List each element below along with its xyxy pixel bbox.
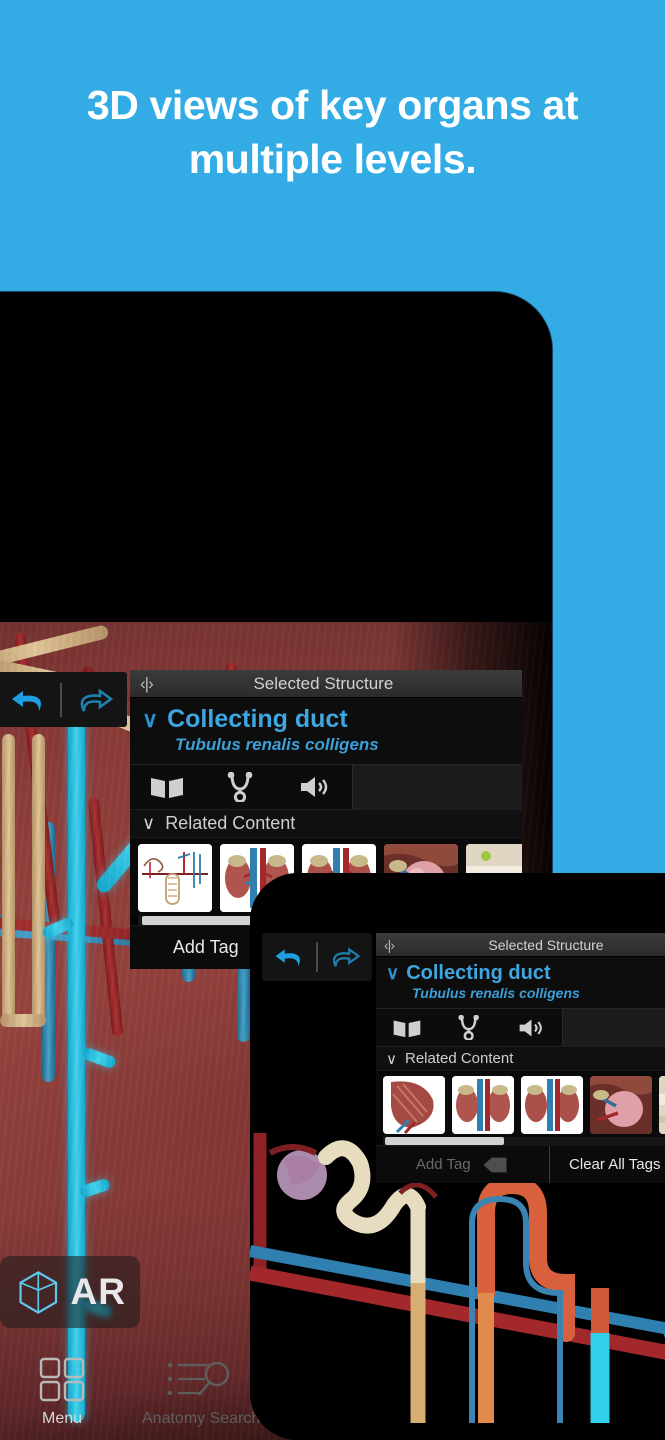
headline-line-2: multiple levels. xyxy=(42,132,623,186)
structure-name-en-secondary: Collecting duct xyxy=(406,962,550,985)
structure-name-en: Collecting duct xyxy=(167,705,348,734)
grid-menu-icon xyxy=(38,1357,86,1403)
definition-button[interactable] xyxy=(130,765,204,809)
clear-all-tags-label-secondary: Clear All Tags xyxy=(569,1156,660,1173)
tag-icon xyxy=(481,1155,509,1175)
clinical-button-secondary[interactable] xyxy=(438,1009,500,1046)
undo-redo-toolbar-secondary xyxy=(262,933,372,981)
tools-row-empty-area xyxy=(352,765,522,809)
speaker-icon xyxy=(517,1017,546,1039)
microscopy-slide-thumbnail-secondary[interactable] xyxy=(659,1076,665,1134)
pronunciation-button[interactable] xyxy=(278,765,352,809)
nav-label-anatomy-search: Anatomy Search xyxy=(142,1410,260,1428)
related-content-header-secondary[interactable]: ∨ Related Content xyxy=(376,1047,665,1071)
structure-tools-row-secondary xyxy=(376,1009,665,1047)
undo-arrow-icon xyxy=(9,685,47,715)
undo-redo-toolbar xyxy=(0,672,127,727)
list-search-icon xyxy=(165,1357,237,1403)
structure-info-block[interactable]: ∨ Collecting duct Tubulus renalis collig… xyxy=(130,698,522,765)
kidney-section-thumbnail[interactable] xyxy=(383,1076,445,1134)
ar-mode-button[interactable]: AR xyxy=(0,1256,140,1328)
bladder-3d-thumbnail-secondary[interactable] xyxy=(590,1076,652,1134)
related-content-label-secondary: Related Content xyxy=(405,1050,513,1067)
tools-row-empty-area-secondary xyxy=(562,1009,665,1046)
chevron-down-icon[interactable]: ∨ xyxy=(142,813,155,834)
undo-arrow-icon xyxy=(273,944,305,970)
scrollbar-thumb-secondary[interactable] xyxy=(385,1137,505,1145)
definition-button-secondary[interactable] xyxy=(376,1009,438,1046)
open-book-icon xyxy=(149,774,185,800)
scrollbar-track-secondary[interactable] xyxy=(383,1137,665,1145)
structure-name-row: ∨ Collecting duct xyxy=(142,705,510,734)
add-tag-label-secondary: Add Tag xyxy=(416,1156,471,1173)
clinical-button[interactable] xyxy=(204,765,278,809)
tag-actions-row-secondary: Add Tag Clear All Tags xyxy=(376,1145,665,1183)
redo-arrow-icon xyxy=(329,944,361,970)
nephron-diagram-thumbnail[interactable] xyxy=(138,844,212,912)
ar-label: AR xyxy=(71,1271,126,1313)
nav-item-menu[interactable]: Menu xyxy=(38,1357,86,1428)
panel-title: Selected Structure xyxy=(135,674,512,694)
stethoscope-icon xyxy=(456,1015,483,1040)
nav-label-menu: Menu xyxy=(42,1410,82,1428)
panel-title-secondary: Selected Structure xyxy=(378,937,665,953)
undo-button-secondary[interactable] xyxy=(262,933,316,981)
headline-line-1: 3D views of key organs at xyxy=(42,78,623,132)
undo-button[interactable] xyxy=(0,672,60,727)
ar-cube-icon xyxy=(14,1266,63,1318)
thumbnail-scrollbar-secondary[interactable] xyxy=(376,1137,665,1145)
structure-info-block-secondary[interactable]: ∨ Collecting duct Tubulus renalis collig… xyxy=(376,957,665,1009)
redo-button-secondary[interactable] xyxy=(318,933,372,981)
panel-titlebar: ‹|› Selected Structure xyxy=(130,670,522,698)
redo-button[interactable] xyxy=(62,672,127,727)
selected-structure-panel-secondary: ‹|› Selected Structure ∨ Collecting duct… xyxy=(376,933,665,1161)
phone-device-secondary: ‹|› Selected Structure ∨ Collecting duct… xyxy=(250,873,665,1440)
clear-all-tags-button-secondary[interactable]: Clear All Tags xyxy=(550,1146,665,1183)
related-content-header[interactable]: ∨ Related Content xyxy=(130,810,522,838)
speaker-icon xyxy=(298,774,332,800)
pronunciation-button-secondary[interactable] xyxy=(500,1009,562,1046)
related-content-label: Related Content xyxy=(165,813,295,834)
stethoscope-icon xyxy=(225,772,257,802)
redo-arrow-icon xyxy=(76,685,114,715)
kidneys-vessels-alt-thumbnail-secondary[interactable] xyxy=(521,1076,583,1134)
structure-name-latin-secondary: Tubulus renalis colligens xyxy=(412,985,665,1001)
add-tag-button-secondary[interactable]: Add Tag xyxy=(376,1146,549,1183)
chevron-down-icon[interactable]: ∨ xyxy=(386,1050,397,1068)
panel-titlebar-secondary: ‹|› Selected Structure xyxy=(376,933,665,957)
open-book-icon xyxy=(392,1017,422,1039)
structure-tools-row xyxy=(130,765,522,810)
nav-item-anatomy-search[interactable]: Anatomy Search xyxy=(142,1357,260,1428)
phone-screen-secondary: ‹|› Selected Structure ∨ Collecting duct… xyxy=(250,873,665,1440)
page-headline: 3D views of key organs at multiple level… xyxy=(0,78,665,186)
add-tag-label: Add Tag xyxy=(173,937,239,958)
chevron-down-icon[interactable]: ∨ xyxy=(142,707,158,733)
chevron-down-icon[interactable]: ∨ xyxy=(386,963,399,984)
kidneys-vessels-thumbnail-secondary[interactable] xyxy=(452,1076,514,1134)
related-content-thumbnail-strip-secondary[interactable] xyxy=(376,1071,665,1137)
structure-name-latin: Tubulus renalis colligens xyxy=(175,735,510,755)
structure-name-row-secondary: ∨ Collecting duct xyxy=(386,962,665,985)
